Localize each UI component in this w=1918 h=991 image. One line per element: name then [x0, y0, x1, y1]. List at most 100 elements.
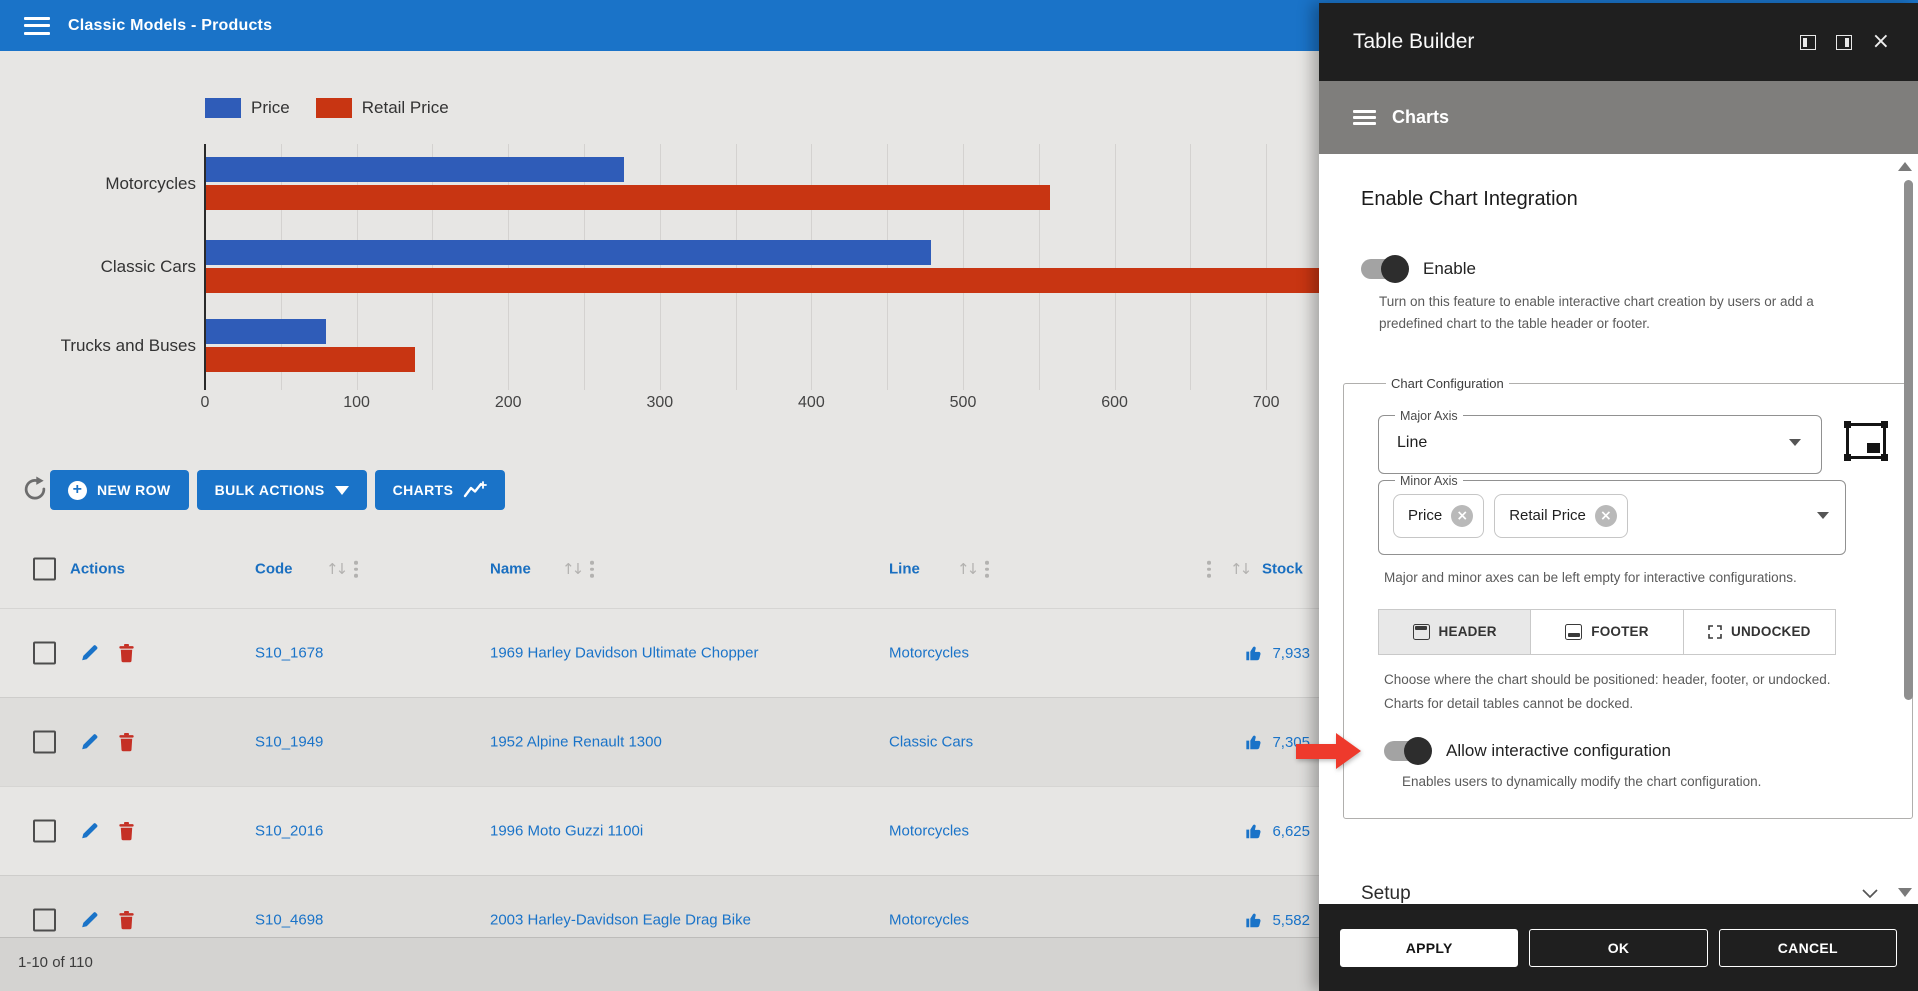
column-menu-icon[interactable] [1205, 559, 1213, 580]
sort-icon[interactable]: ↑↓ [1230, 560, 1249, 578]
column-header-stock[interactable]: Stock [1262, 561, 1303, 578]
column-menu-icon[interactable] [983, 559, 991, 580]
cell-name[interactable]: 1996 Moto Guzzi 1100i [490, 823, 643, 840]
cell-code[interactable]: S10_4698 [255, 912, 323, 929]
x-tick-label: 500 [933, 394, 993, 412]
legend-item[interactable]: Price [205, 98, 290, 118]
major-axis-select[interactable]: Line [1393, 423, 1807, 463]
cell-stock: 5,582 [1245, 911, 1310, 929]
x-tick-label: 400 [781, 394, 841, 412]
position-option-header[interactable]: HEADER [1378, 609, 1531, 655]
row-checkbox[interactable] [33, 642, 56, 665]
dock-header-icon [1413, 624, 1430, 640]
dock-right-icon[interactable] [1836, 35, 1852, 50]
chevron-down-icon [1862, 885, 1878, 903]
delete-icon[interactable] [118, 733, 135, 752]
stock-value: 6,625 [1272, 823, 1310, 840]
row-checkbox[interactable] [33, 909, 56, 932]
setup-label: Setup [1361, 883, 1411, 905]
chip-remove-icon[interactable]: × [1451, 505, 1473, 527]
column-header-line[interactable]: Line [889, 561, 920, 578]
scroll-up-icon[interactable] [1898, 162, 1912, 171]
chart-configuration-legend: Chart Configuration [1386, 376, 1509, 391]
edit-icon[interactable] [80, 733, 99, 752]
gridline [660, 144, 661, 390]
sort-icon[interactable]: ↑↓ [562, 560, 581, 578]
enable-toggle[interactable] [1361, 259, 1407, 279]
column-menu-icon[interactable] [352, 559, 360, 580]
legend-item[interactable]: Retail Price [316, 98, 449, 118]
axis-chip[interactable]: Retail Price× [1494, 494, 1628, 538]
cell-name[interactable]: 1952 Alpine Renault 1300 [490, 734, 662, 751]
major-axis-field[interactable]: Major Axis Line [1378, 409, 1822, 474]
category-label: Classic Cars [0, 257, 196, 277]
chevron-down-icon [1789, 439, 1801, 446]
setup-section-toggle[interactable]: Setup [1361, 883, 1852, 905]
position-option-footer[interactable]: FOOTER [1530, 609, 1683, 655]
cell-code[interactable]: S10_1678 [255, 645, 323, 662]
cancel-button[interactable]: CANCEL [1719, 929, 1897, 967]
major-axis-label: Major Axis [1395, 409, 1463, 423]
gridline [1115, 144, 1116, 390]
edit-icon[interactable] [80, 822, 99, 841]
category-label: Motorcycles [0, 174, 196, 194]
sort-icon[interactable]: ↑↓ [326, 560, 345, 578]
bulk-actions-button[interactable]: BULK ACTIONS [197, 470, 367, 510]
cell-line[interactable]: Classic Cars [889, 734, 973, 751]
column-menu-icon[interactable] [588, 559, 596, 580]
delete-icon[interactable] [118, 644, 135, 663]
cell-code[interactable]: S10_1949 [255, 734, 323, 751]
row-checkbox[interactable] [33, 731, 56, 754]
minor-axis-select[interactable]: Price×Retail Price× [1393, 488, 1831, 544]
category-label: Trucks and Buses [0, 336, 196, 356]
refresh-button[interactable] [20, 475, 50, 505]
ok-button[interactable]: OK [1529, 929, 1707, 967]
interactive-config-toggle[interactable] [1384, 741, 1430, 761]
cell-line[interactable]: Motorcycles [889, 823, 969, 840]
delete-icon[interactable] [118, 911, 135, 930]
bar-price [206, 157, 624, 182]
cell-code[interactable]: S10_2016 [255, 823, 323, 840]
edit-icon[interactable] [80, 911, 99, 930]
menu-icon[interactable] [24, 17, 50, 35]
thumbs-up-icon [1245, 733, 1263, 751]
bar-price [206, 240, 931, 265]
position-option-label: HEADER [1439, 624, 1497, 639]
new-row-button[interactable]: + NEW ROW [50, 470, 189, 510]
scroll-down-icon[interactable] [1898, 888, 1912, 897]
apply-button[interactable]: APPLY [1340, 929, 1518, 967]
close-icon[interactable]: × [1872, 31, 1890, 53]
column-header-code[interactable]: Code [255, 561, 293, 578]
scrollbar-thumb[interactable] [1904, 180, 1913, 700]
enable-toggle-label: Enable [1423, 259, 1476, 279]
dock-left-icon[interactable] [1800, 35, 1816, 50]
sort-icon[interactable]: ↑↓ [957, 560, 976, 578]
axis-chip[interactable]: Price× [1393, 494, 1484, 538]
row-checkbox[interactable] [33, 820, 56, 843]
cell-name[interactable]: 2003 Harley-Davidson Eagle Drag Bike [490, 912, 751, 929]
minor-axis-field[interactable]: Minor Axis Price×Retail Price× [1378, 474, 1846, 555]
chart-preview-icon[interactable] [1846, 423, 1886, 459]
page-title: Classic Models - Products [68, 17, 272, 35]
charts-section-header[interactable]: Charts [1319, 81, 1918, 154]
section-title: Charts [1392, 107, 1449, 128]
column-header-name[interactable]: Name [490, 561, 531, 578]
cell-line[interactable]: Motorcycles [889, 645, 969, 662]
cell-line[interactable]: Motorcycles [889, 912, 969, 929]
cell-name[interactable]: 1969 Harley Davidson Ultimate Chopper [490, 645, 758, 662]
delete-icon[interactable] [118, 822, 135, 841]
charts-button[interactable]: CHARTS [375, 470, 506, 510]
pagination-range: 1-10 of 110 [18, 954, 93, 971]
bar-retail-price [206, 185, 1050, 210]
minor-axis-label: Minor Axis [1395, 474, 1463, 488]
select-all-checkbox[interactable] [33, 558, 56, 581]
bar-retail-price [206, 347, 415, 372]
gridline [736, 144, 737, 390]
stock-value: 5,582 [1272, 912, 1310, 929]
dock-footer-icon [1565, 624, 1582, 640]
interactive-config-label: Allow interactive configuration [1446, 741, 1671, 761]
edit-icon[interactable] [80, 644, 99, 663]
position-option-undocked[interactable]: UNDOCKED [1683, 609, 1836, 655]
chip-remove-icon[interactable]: × [1595, 505, 1617, 527]
panel-content: Enable Chart Integration Enable Turn on … [1319, 154, 1918, 907]
